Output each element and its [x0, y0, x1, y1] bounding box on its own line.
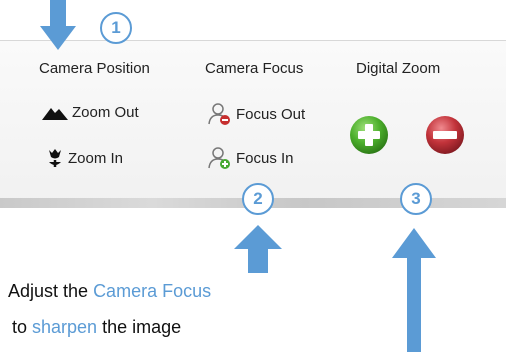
digital-zoom-out-button[interactable] [425, 115, 465, 155]
callout-badge-2: 2 [242, 183, 274, 215]
digital-zoom-in-button[interactable] [349, 115, 389, 155]
focus-out-label: Focus Out [236, 105, 306, 123]
focus-in-label: Focus In [236, 149, 294, 167]
person-plus-icon [208, 147, 230, 169]
down-arrow-callout-1 [40, 0, 76, 50]
caption-highlight-camera-focus: Camera Focus [93, 281, 212, 301]
flower-icon [49, 149, 61, 167]
zoom-out-label: Zoom Out [72, 104, 139, 121]
caption-text: the image [97, 317, 182, 337]
caption-highlight-sharpen: sharpen [32, 317, 98, 337]
up-arrow-callout-2 [234, 225, 282, 273]
mountain-icon [42, 107, 68, 120]
focus-in-button[interactable]: Focus In [208, 146, 294, 170]
callout-badge-1: 1 [100, 12, 132, 44]
group-label-camera-focus: Camera Focus [205, 60, 304, 77]
callout-badge-3: 3 [400, 183, 432, 215]
caption-line-2: to sharpen the image [12, 316, 181, 338]
caption-text: Adjust the [8, 281, 94, 301]
person-minus-icon [208, 103, 230, 125]
caption-text: to [12, 317, 33, 337]
zoom-in-label: Zoom In [68, 149, 124, 167]
caption-line-1: Adjust the Camera Focus [8, 280, 211, 302]
minus-icon [426, 116, 464, 154]
up-arrow-callout-3 [392, 228, 436, 352]
focus-out-button[interactable]: Focus Out [208, 102, 305, 126]
zoom-in-button[interactable]: Zoom In [46, 148, 123, 168]
plus-icon [350, 116, 388, 154]
group-label-camera-position: Camera Position [39, 60, 150, 77]
zoom-out-button[interactable]: Zoom Out [42, 104, 139, 121]
group-label-digital-zoom: Digital Zoom [356, 60, 441, 77]
